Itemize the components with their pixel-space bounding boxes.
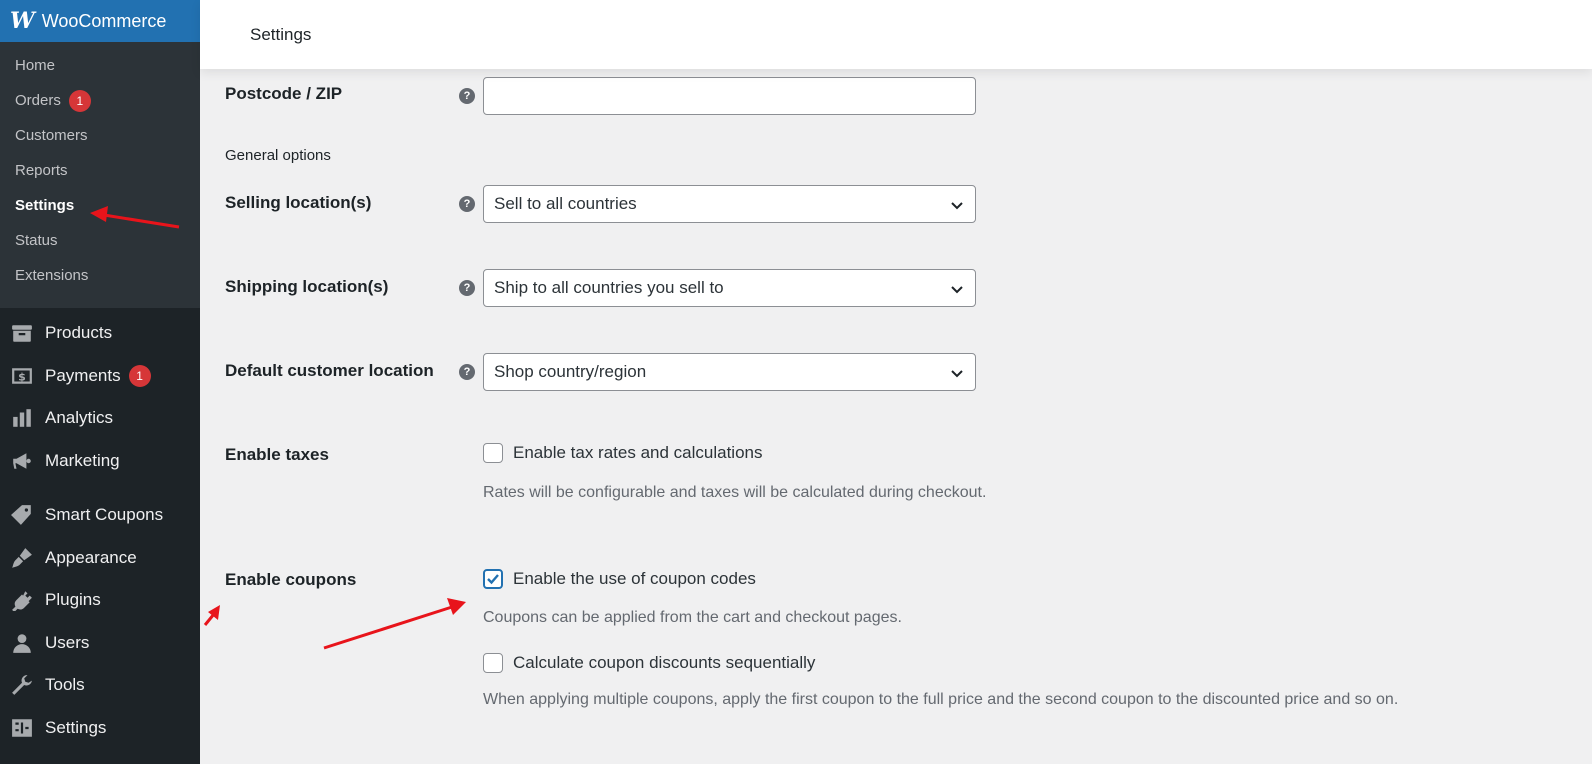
shipping-location-select[interactable]: Ship to all countries you sell to <box>483 269 976 307</box>
selling-location-label: Selling location(s) <box>225 193 372 212</box>
menu-item-analytics[interactable]: Analytics <box>0 397 200 440</box>
submenu-item-home[interactable]: Home <box>0 48 200 83</box>
enable-taxes-label: Enable taxes <box>225 445 329 464</box>
menu-label: Analytics <box>45 408 114 428</box>
wrench-icon <box>10 674 34 696</box>
enable-coupons-checkbox[interactable] <box>483 569 503 589</box>
page-title: Settings <box>250 24 312 44</box>
sequential-discount-option[interactable]: Calculate coupon discounts sequentially <box>483 653 815 673</box>
enable-taxes-checkbox[interactable] <box>483 443 503 463</box>
archive-icon <box>10 322 34 344</box>
bar-chart-icon <box>10 407 34 429</box>
submenu-item-customers[interactable]: Customers <box>0 118 200 153</box>
postcode-label: Postcode / ZIP <box>225 84 343 103</box>
chevron-down-icon <box>951 370 963 378</box>
woocommerce-submenu: Home Orders 1 Customers Reports Settings … <box>0 42 200 308</box>
default-location-label: Default customer location <box>225 361 434 380</box>
tag-icon <box>10 504 34 526</box>
enable-taxes-checkbox-label[interactable]: Enable tax rates and calculations <box>513 443 763 463</box>
menu-item-tools[interactable]: Tools <box>0 664 200 707</box>
submenu-item-status[interactable]: Status <box>0 223 200 258</box>
postcode-help-icon[interactable]: ? <box>459 88 475 104</box>
menu-item-settings[interactable]: Settings <box>0 707 200 750</box>
woocommerce-menu-header[interactable]: W WooCommerce <box>0 0 200 42</box>
menu-label: Plugins <box>45 590 101 610</box>
selling-location-select[interactable]: Sell to all countries <box>483 185 976 223</box>
enable-coupons-option[interactable]: Enable the use of coupon codes <box>483 569 756 589</box>
megaphone-icon <box>10 450 34 472</box>
woocommerce-logo-icon: W <box>10 8 35 34</box>
default-location-help-icon[interactable]: ? <box>459 364 475 380</box>
submenu-item-orders[interactable]: Orders 1 <box>0 83 200 118</box>
sequential-discount-description: When applying multiple coupons, apply th… <box>483 691 1399 708</box>
menu-label: Appearance <box>45 547 137 567</box>
paintbrush-icon <box>10 547 34 569</box>
enable-coupons-checkbox-label[interactable]: Enable the use of coupon codes <box>513 569 756 589</box>
shipping-location-label: Shipping location(s) <box>225 277 389 296</box>
submenu-label: Customers <box>15 127 88 144</box>
menu-item-payments[interactable]: $ Payments 1 <box>0 355 200 398</box>
menu-item-products[interactable]: Products <box>0 312 200 355</box>
page-header: Settings <box>200 0 1592 69</box>
submenu-label: Extensions <box>15 267 89 284</box>
default-location-select[interactable]: Shop country/region <box>483 353 976 391</box>
submenu-item-extensions[interactable]: Extensions <box>0 258 200 293</box>
menu-label: Marketing <box>45 450 120 470</box>
menu-item-plugins[interactable]: Plugins <box>0 579 200 622</box>
menu-item-smart-coupons[interactable]: Smart Coupons <box>0 494 200 537</box>
menu-label: Smart Coupons <box>45 505 164 525</box>
sequential-discount-checkbox-label[interactable]: Calculate coupon discounts sequentially <box>513 653 815 673</box>
menu-item-marketing[interactable]: Marketing <box>0 440 200 483</box>
menu-label: Users <box>45 632 90 652</box>
user-icon <box>10 632 34 654</box>
submenu-label: Home <box>15 57 56 74</box>
payments-count-badge: 1 <box>128 364 151 387</box>
menu-item-appearance[interactable]: Appearance <box>0 537 200 580</box>
sequential-discount-checkbox[interactable] <box>483 653 503 673</box>
chevron-down-icon <box>951 286 963 294</box>
admin-sidebar: W WooCommerce Home Orders 1 Customers Rep… <box>0 0 200 764</box>
admin-menu: Products $ Payments 1 Analytics Marketin… <box>0 308 200 749</box>
chevron-down-icon <box>951 202 963 210</box>
settings-form: Postcode / ZIP ? General options Selling… <box>200 69 1592 764</box>
plug-icon <box>10 589 34 612</box>
dollar-icon: $ <box>10 365 34 387</box>
selling-location-help-icon[interactable]: ? <box>459 196 475 212</box>
checkmark-icon <box>487 574 499 585</box>
menu-label: Tools <box>45 675 85 695</box>
shipping-location-value: Ship to all countries you sell to <box>494 278 724 297</box>
postcode-input[interactable] <box>483 77 976 115</box>
submenu-item-settings[interactable]: Settings <box>0 188 200 223</box>
selling-location-value: Sell to all countries <box>494 194 637 213</box>
enable-taxes-description: Rates will be configurable and taxes wil… <box>483 484 987 501</box>
default-location-value: Shop country/region <box>494 362 647 381</box>
shipping-location-help-icon[interactable]: ? <box>459 280 475 296</box>
menu-separator <box>0 482 200 494</box>
sliders-icon <box>10 717 34 739</box>
svg-text:$: $ <box>18 370 26 383</box>
submenu-item-reports[interactable]: Reports <box>0 153 200 188</box>
submenu-label: Status <box>15 232 58 249</box>
enable-taxes-option[interactable]: Enable tax rates and calculations <box>483 443 763 463</box>
submenu-label: Settings <box>15 197 75 214</box>
orders-count-badge: 1 <box>68 89 91 112</box>
submenu-label: Orders <box>15 92 61 109</box>
menu-item-users[interactable]: Users <box>0 622 200 665</box>
general-options-heading: General options <box>225 147 331 164</box>
submenu-label: Reports <box>15 162 68 179</box>
menu-label: Settings <box>45 717 107 737</box>
enable-coupons-label: Enable coupons <box>225 570 357 589</box>
brand-name: WooCommerce <box>41 10 167 31</box>
enable-coupons-description: Coupons can be applied from the cart and… <box>483 609 902 626</box>
menu-label: Products <box>45 323 113 343</box>
menu-label: Payments <box>45 365 121 385</box>
